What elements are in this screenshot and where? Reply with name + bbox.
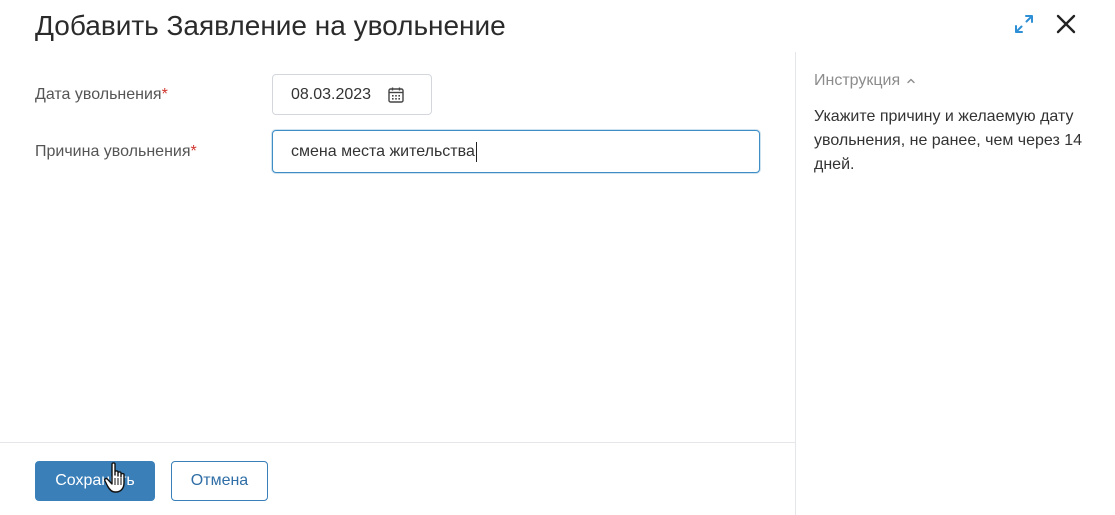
header-actions bbox=[1011, 10, 1079, 38]
reason-value: смена места жительства bbox=[291, 142, 475, 160]
save-button[interactable]: Сохранить bbox=[35, 461, 155, 501]
sidebar-divider bbox=[795, 52, 796, 515]
date-value: 08.03.2023 bbox=[291, 85, 372, 103]
reason-label: Причина увольнения* bbox=[35, 142, 197, 160]
required-mark: * bbox=[161, 85, 168, 103]
instructions-toggle[interactable]: Инструкция bbox=[814, 72, 1114, 90]
form-area: Дата увольнения* 08.03.2023 Причина увол… bbox=[0, 52, 795, 442]
close-button[interactable] bbox=[1053, 10, 1079, 38]
date-label: Дата увольнения* bbox=[35, 85, 168, 103]
required-mark: * bbox=[190, 142, 197, 160]
footer-divider bbox=[0, 442, 795, 443]
instructions-header: Инструкция bbox=[814, 72, 901, 89]
cancel-button[interactable]: Отмена bbox=[171, 461, 268, 501]
reason-row: Причина увольнения* смена места жительст… bbox=[35, 130, 760, 173]
chevron-up-icon bbox=[907, 78, 915, 84]
expand-icon bbox=[1015, 15, 1033, 33]
close-icon bbox=[1056, 14, 1076, 34]
add-dismissal-dialog: Добавить Заявление на увольнение Дата ув… bbox=[0, 0, 1115, 515]
calendar-icon[interactable] bbox=[387, 86, 405, 104]
reason-input[interactable]: смена места жительства bbox=[272, 130, 760, 173]
instructions-text: Укажите причину и желаемую дату увольнен… bbox=[814, 108, 1083, 173]
text-caret bbox=[475, 141, 477, 162]
dialog-title: Добавить Заявление на увольнение bbox=[35, 10, 506, 41]
dialog-footer: Сохранить Отмена bbox=[35, 461, 268, 501]
date-field[interactable]: 08.03.2023 bbox=[272, 74, 432, 115]
date-row: Дата увольнения* 08.03.2023 bbox=[35, 74, 432, 115]
expand-button[interactable] bbox=[1011, 10, 1037, 38]
instructions-panel: Инструкция Укажите причину и желаемую да… bbox=[814, 72, 1114, 177]
